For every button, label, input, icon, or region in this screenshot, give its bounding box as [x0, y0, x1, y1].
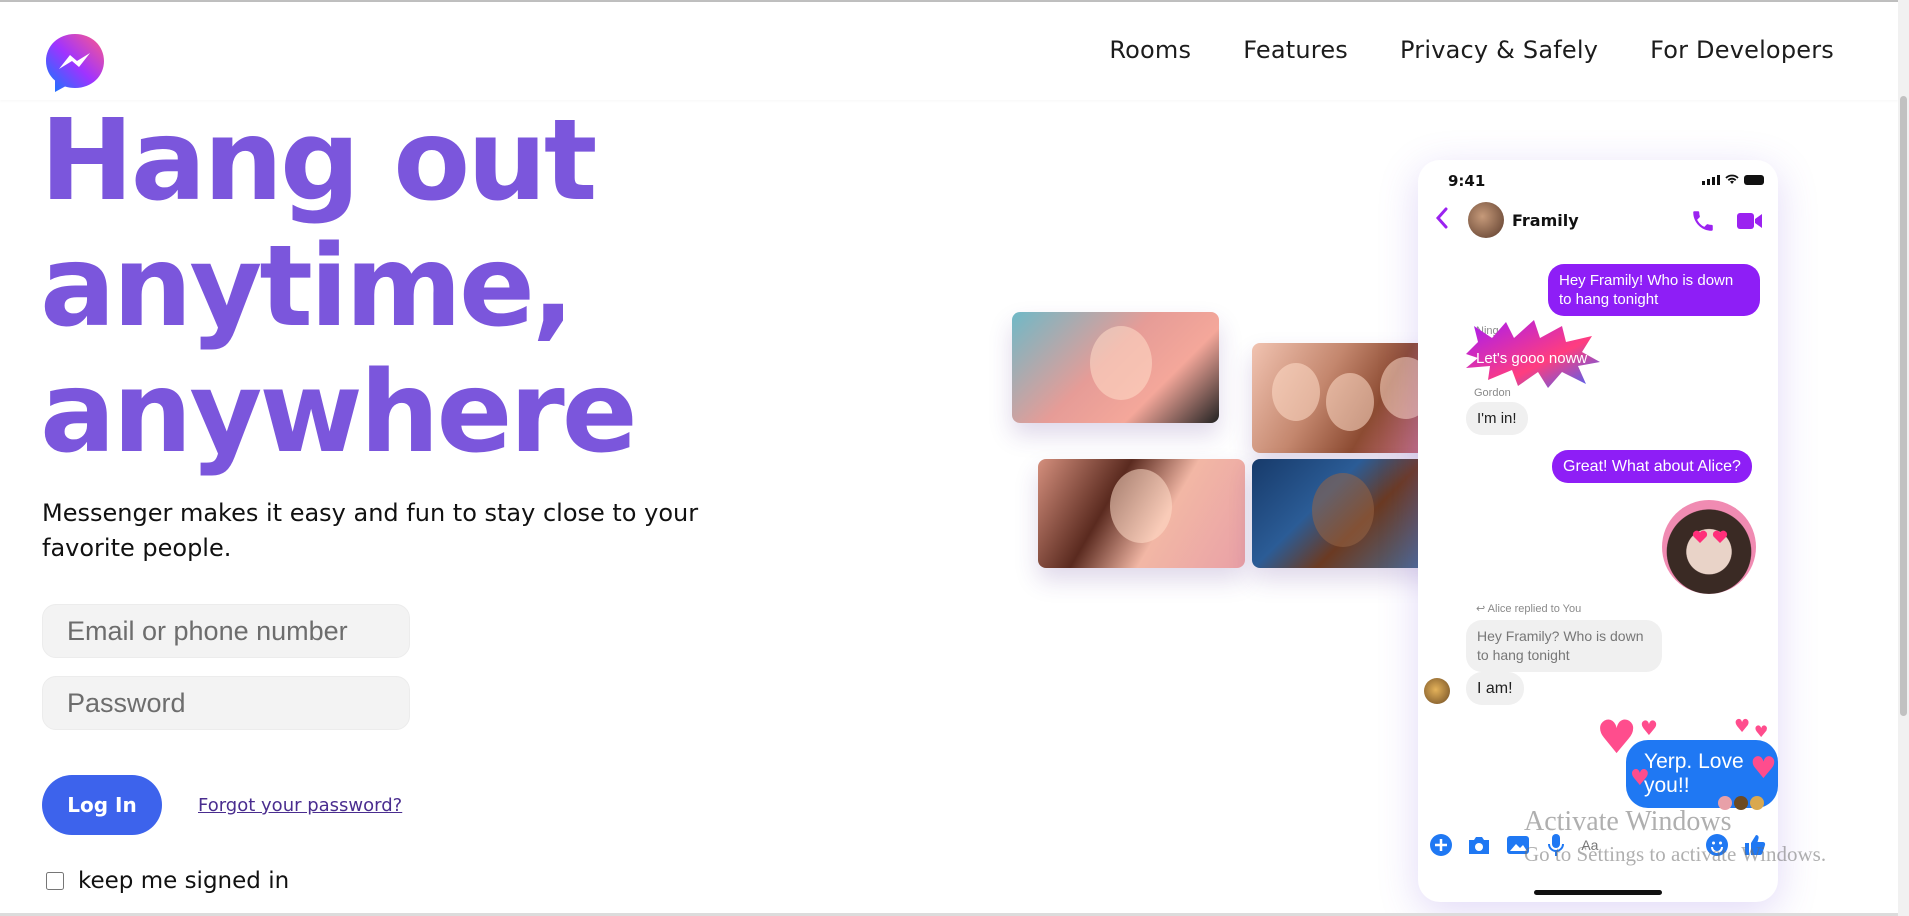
- reply-indicator: ↩ Alice replied to You: [1476, 603, 1582, 615]
- quoted-message: Hey Framily? Who is down to hang tonight: [1466, 620, 1662, 672]
- message-bubble-incoming: I'm in!: [1466, 402, 1528, 435]
- heart-eyes-icon: [1692, 530, 1708, 543]
- activate-windows-subtitle: Go to Settings to activate Windows.: [1524, 842, 1827, 866]
- camera-icon[interactable]: [1466, 832, 1492, 858]
- hero-title-line-3: anywhere: [40, 348, 638, 478]
- forgot-password-link[interactable]: Forgot your password?: [198, 795, 402, 816]
- burst-message-text: Let's gooo noww: [1476, 350, 1588, 367]
- hero-title: Hang out anytime, anywhere: [40, 98, 740, 476]
- photo-woman-smiling: [1038, 459, 1245, 568]
- message-bubble-outgoing: Great! What about Alice?: [1552, 450, 1752, 483]
- keep-signed-in-label: keep me signed in: [78, 868, 290, 894]
- phone-time: 9:41: [1448, 172, 1486, 190]
- hero-description: Messenger makes it easy and fun to stay …: [42, 499, 699, 562]
- chat-name: Framily: [1512, 211, 1579, 230]
- hero-title-line-2: anytime,: [40, 222, 574, 352]
- heart-icon: ♥: [1734, 716, 1751, 737]
- page-scrollbar[interactable]: [1898, 0, 1909, 916]
- phone-status-icons: [1702, 174, 1764, 185]
- message-bubble-outgoing: Hey Framily! Who is down to hang tonight: [1548, 264, 1760, 316]
- alice-photo: [1662, 500, 1756, 594]
- add-icon[interactable]: [1428, 832, 1454, 858]
- site-header: Rooms Features Privacy & Safely For Deve…: [0, 2, 1898, 100]
- sender-label: Gordon: [1474, 387, 1511, 399]
- back-chevron-icon[interactable]: [1434, 206, 1450, 230]
- phone-mockup: 9:41 Framily Hey Framily! Who is down to…: [1418, 160, 1778, 902]
- keep-signed-in-checkbox[interactable]: [46, 872, 64, 890]
- heart-icon: ♥: [1640, 716, 1658, 740]
- heart-icon: ♥: [1750, 751, 1777, 786]
- battery-icon: [1744, 174, 1764, 185]
- login-button[interactable]: Log In: [42, 775, 162, 835]
- video-call-icon[interactable]: [1736, 210, 1764, 232]
- email-field[interactable]: [42, 604, 410, 658]
- home-indicator: [1534, 890, 1662, 895]
- phone-call-icon[interactable]: [1690, 208, 1716, 234]
- photo-man-laughing: [1012, 312, 1219, 423]
- heart-icon: ♥: [1596, 710, 1638, 764]
- nav-privacy-safety[interactable]: Privacy & Safely: [1400, 36, 1598, 64]
- main-nav: Rooms Features Privacy & Safely For Deve…: [1109, 36, 1834, 64]
- keep-signed-in[interactable]: keep me signed in: [46, 868, 289, 894]
- reply-label: Alice replied to You: [1487, 603, 1582, 615]
- nav-for-developers[interactable]: For Developers: [1650, 36, 1834, 64]
- nav-rooms[interactable]: Rooms: [1109, 36, 1191, 64]
- heart-icon: ♥: [1630, 766, 1650, 791]
- hero-title-line-1: Hang out: [40, 96, 597, 226]
- password-field[interactable]: [42, 676, 410, 730]
- messenger-logo-icon[interactable]: [44, 32, 106, 94]
- signal-icon: [1702, 174, 1720, 185]
- activate-windows-title: Activate Windows: [1524, 806, 1732, 837]
- group-avatar: [1468, 202, 1504, 238]
- alice-avatar: [1424, 678, 1450, 704]
- wifi-icon: [1725, 174, 1739, 184]
- heart-icon: ♥: [1754, 722, 1769, 741]
- message-bubble-incoming: I am!: [1466, 672, 1524, 705]
- nav-features[interactable]: Features: [1243, 36, 1348, 64]
- heart-eyes-icon: [1712, 530, 1728, 543]
- scrollbar-thumb[interactable]: [1900, 96, 1907, 716]
